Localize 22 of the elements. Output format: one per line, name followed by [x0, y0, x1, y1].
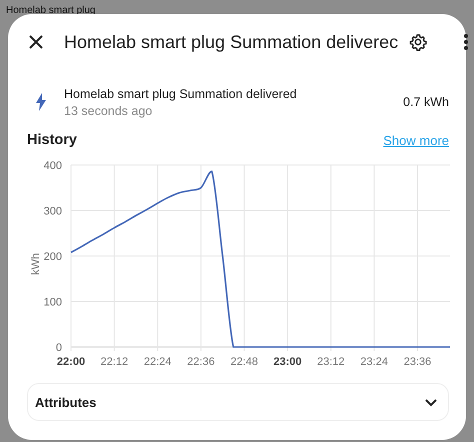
axis-label: 22:12 — [100, 356, 128, 368]
entity-state: 0.7 kWh — [403, 95, 449, 109]
axis-label: 22:36 — [187, 356, 215, 368]
axis-label: 22:24 — [144, 356, 172, 368]
entity-name: Homelab smart plug Summation delivered — [64, 86, 298, 100]
axis-label: 300 — [44, 206, 62, 218]
axis-label: 200 — [44, 251, 62, 263]
axis-label: 22:00 — [56, 356, 86, 368]
section-title: History — [27, 132, 77, 148]
axis-label: 23:36 — [404, 356, 432, 368]
axis-label: 0 — [56, 342, 62, 354]
last-changed: 13 seconds ago — [64, 104, 154, 118]
axis-title: kWh — [30, 253, 42, 275]
panel-title: Attributes — [35, 394, 96, 410]
axis-label: 23:12 — [317, 356, 345, 368]
axis-label: 400 — [44, 160, 62, 172]
axis-label: 23:24 — [360, 356, 388, 368]
axis-label: 100 — [44, 296, 62, 308]
axis-label: 22:48 — [230, 356, 258, 368]
axis-label: 23:00 — [274, 356, 302, 368]
attributes-panel[interactable]: Attributes — [27, 383, 449, 421]
dialog-title: Homelab smart plug Summation deliverec — [64, 32, 398, 52]
